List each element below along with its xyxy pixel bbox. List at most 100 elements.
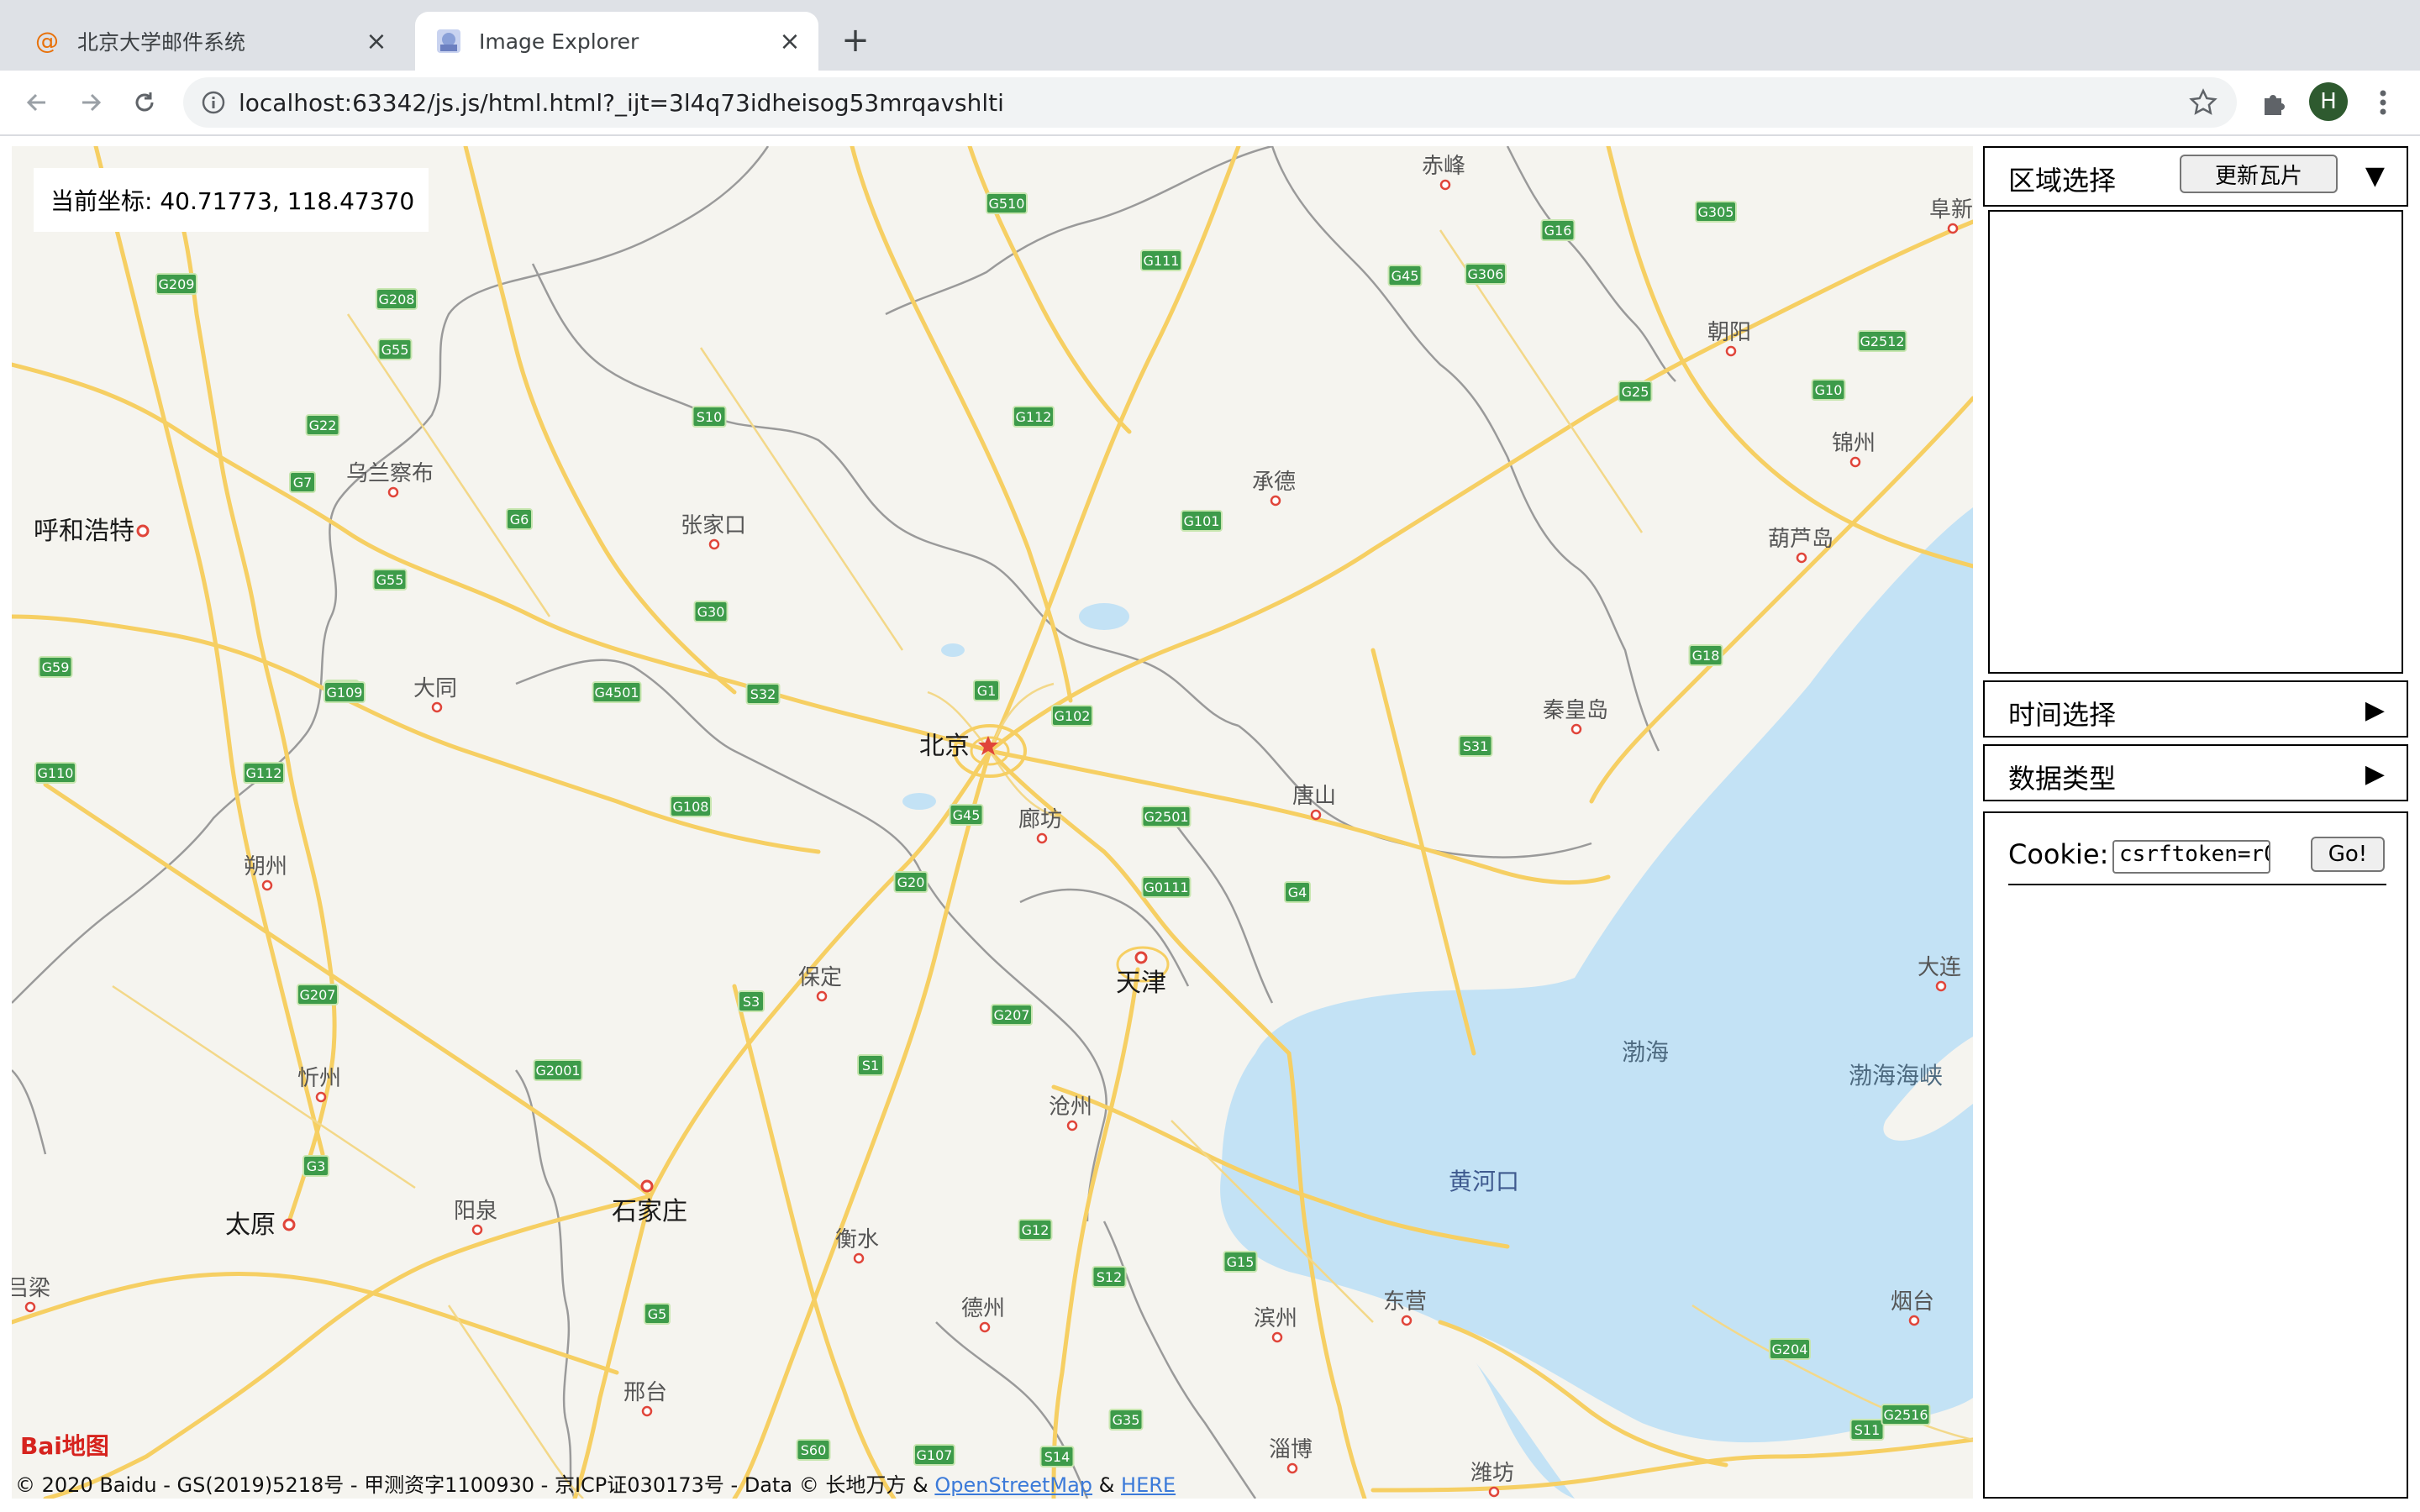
city-marker[interactable]: 滨州 <box>1254 1306 1297 1343</box>
divider <box>2008 884 2386 885</box>
city-marker[interactable]: 太原 <box>225 1210 296 1240</box>
city-dot-icon <box>387 486 399 498</box>
city-marker[interactable]: 衡水 <box>835 1227 879 1264</box>
city-label: 天津 <box>1116 969 1166 998</box>
map-canvas[interactable]: G510 G111 G16 G305 G45 G306 G209 G208 G55 G2512 G2… <box>12 146 1973 1499</box>
data-type-panel[interactable]: 数据类型 ▶ <box>1983 744 2408 801</box>
city-label: 太原 <box>225 1210 276 1240</box>
map-copyright: © 2020 Baidu - GS(2019)5218号 - 甲测资字11009… <box>15 1468 1176 1498</box>
road-shield-label: G107 <box>917 1447 953 1463</box>
road-shield-label: S11 <box>1854 1422 1881 1438</box>
tab-title: Image Explorer <box>479 29 639 54</box>
city-dot-icon <box>708 538 720 550</box>
city-marker[interactable]: 保定 <box>798 965 842 1002</box>
city-marker[interactable]: 吕梁 <box>12 1276 50 1313</box>
road-shield: G1 <box>973 680 1000 701</box>
road-shield-label: G35 <box>1113 1412 1140 1428</box>
at-sign-icon: @ <box>34 28 60 55</box>
city-marker[interactable]: 阜新 <box>1929 197 1973 234</box>
time-select-panel[interactable]: 时间选择 ▶ <box>1983 680 2408 738</box>
road-shield: G15 <box>1223 1251 1258 1273</box>
expand-arrow-icon[interactable]: ▶ <box>2365 759 2385 789</box>
expand-arrow-icon[interactable]: ▶ <box>2365 696 2385 725</box>
road-shield: S10 <box>692 406 727 428</box>
city-label: 淄博 <box>1269 1437 1313 1462</box>
time-select-title: 时间选择 <box>2008 699 2117 731</box>
copyright-text: © 2020 Baidu - GS(2019)5218号 - 甲测资字11009… <box>15 1473 935 1497</box>
city-marker[interactable]: 德州 <box>961 1296 1005 1333</box>
collapse-arrow-icon[interactable]: ▼ <box>2365 161 2385 191</box>
road-shield-label: G109 <box>327 685 363 701</box>
city-marker[interactable]: 天津 <box>1116 951 1166 998</box>
city-marker[interactable]: 朔州 <box>244 854 287 891</box>
city-label: 东营 <box>1383 1289 1427 1315</box>
new-tab-icon[interactable]: + <box>839 24 872 57</box>
reload-icon[interactable] <box>124 82 165 123</box>
road-shield-label: G3 <box>307 1158 326 1174</box>
region-select-panel: 区域选择 更新瓦片 ▼ <box>1983 146 2408 207</box>
city-marker[interactable]: 沧州 <box>1049 1095 1092 1131</box>
tab-pku-mail[interactable]: @ 北京大学邮件系统 × <box>13 12 405 71</box>
city-label: 赤峰 <box>1422 154 1465 179</box>
city-dot-icon <box>24 1301 36 1313</box>
city-dot-icon <box>315 1091 327 1103</box>
road-shield: G209 <box>155 273 197 295</box>
city-label: 朝阳 <box>1707 320 1751 345</box>
region-select-area[interactable] <box>1988 210 2403 674</box>
city-marker[interactable]: 石家庄 <box>612 1179 687 1226</box>
menu-icon[interactable] <box>2365 84 2402 121</box>
city-dot-icon <box>853 1252 865 1264</box>
city-dot-icon <box>1271 1331 1283 1343</box>
city-label: 北京 <box>919 732 970 761</box>
extensions-icon[interactable] <box>2255 84 2292 121</box>
openstreetmap-link[interactable]: OpenStreetMap <box>934 1473 1092 1497</box>
cookie-label: Cookie: <box>2008 838 2109 870</box>
city-marker[interactable]: 秦皇岛 <box>1543 698 1608 735</box>
address-bar[interactable]: localhost:63342/js.js/html.html?_ijt=3l4… <box>183 77 2237 128</box>
region-select-title: 区域选择 <box>2008 165 2117 197</box>
here-link[interactable]: HERE <box>1121 1473 1176 1497</box>
close-tab-icon[interactable]: × <box>773 24 807 58</box>
close-tab-icon[interactable]: × <box>360 24 393 58</box>
road-shield-label: G2512 <box>1860 333 1904 349</box>
city-marker[interactable]: 锦州 <box>1832 431 1876 468</box>
city-marker[interactable]: 淄博 <box>1269 1437 1313 1474</box>
go-button[interactable]: Go! <box>2311 837 2385 872</box>
city-marker[interactable]: 乌兰察布 <box>346 461 434 498</box>
city-marker[interactable]: 张家口 <box>681 513 746 550</box>
city-label: 邢台 <box>623 1380 667 1405</box>
profile-avatar[interactable]: H <box>2309 82 2348 121</box>
road-shield: G35 <box>1108 1409 1144 1431</box>
city-label: 廊坊 <box>1018 807 1062 832</box>
road-shield-label: G45 <box>1392 268 1419 284</box>
road-shield: G16 <box>1540 219 1576 241</box>
road-shield: G6 <box>506 508 533 530</box>
city-marker[interactable]: 廊坊 <box>1018 807 1062 844</box>
city-marker[interactable]: 邢台 <box>623 1380 667 1417</box>
city-marker[interactable]: 忻州 <box>297 1066 341 1103</box>
city-label: 朔州 <box>244 854 287 879</box>
city-marker[interactable]: 承德 <box>1252 470 1296 507</box>
forward-icon[interactable] <box>71 82 111 123</box>
road-shield: S60 <box>796 1439 831 1461</box>
road-shield: G45 <box>949 804 984 826</box>
back-icon[interactable] <box>17 82 57 123</box>
city-marker[interactable]: 东营 <box>1383 1289 1427 1326</box>
tab-image-explorer[interactable]: Image Explorer × <box>415 12 818 71</box>
city-label: 承德 <box>1252 470 1296 495</box>
road-shield: G204 <box>1769 1338 1811 1360</box>
city-marker[interactable]: 葫芦岛 <box>1768 527 1833 564</box>
cookie-input[interactable]: csrftoken=r06t <box>2112 840 2270 874</box>
road-shield: G4 <box>1284 881 1311 903</box>
city-marker[interactable]: 赤峰 <box>1422 154 1465 191</box>
star-icon[interactable] <box>2188 87 2218 118</box>
city-label: 吕梁 <box>12 1276 50 1301</box>
city-marker[interactable]: 大同 <box>413 676 457 713</box>
city-marker[interactable]: 朝阳 <box>1707 320 1751 357</box>
browser-toolbar: localhost:63342/js.js/html.html?_ijt=3l4… <box>0 71 2420 136</box>
city-marker[interactable]: 阳泉 <box>454 1199 497 1236</box>
region-select-header[interactable]: 区域选择 更新瓦片 ▼ <box>1985 148 2407 202</box>
info-icon[interactable] <box>200 89 227 116</box>
city-marker[interactable]: 呼和浩特 <box>34 517 150 546</box>
update-tiles-button[interactable]: 更新瓦片 <box>2180 155 2338 193</box>
